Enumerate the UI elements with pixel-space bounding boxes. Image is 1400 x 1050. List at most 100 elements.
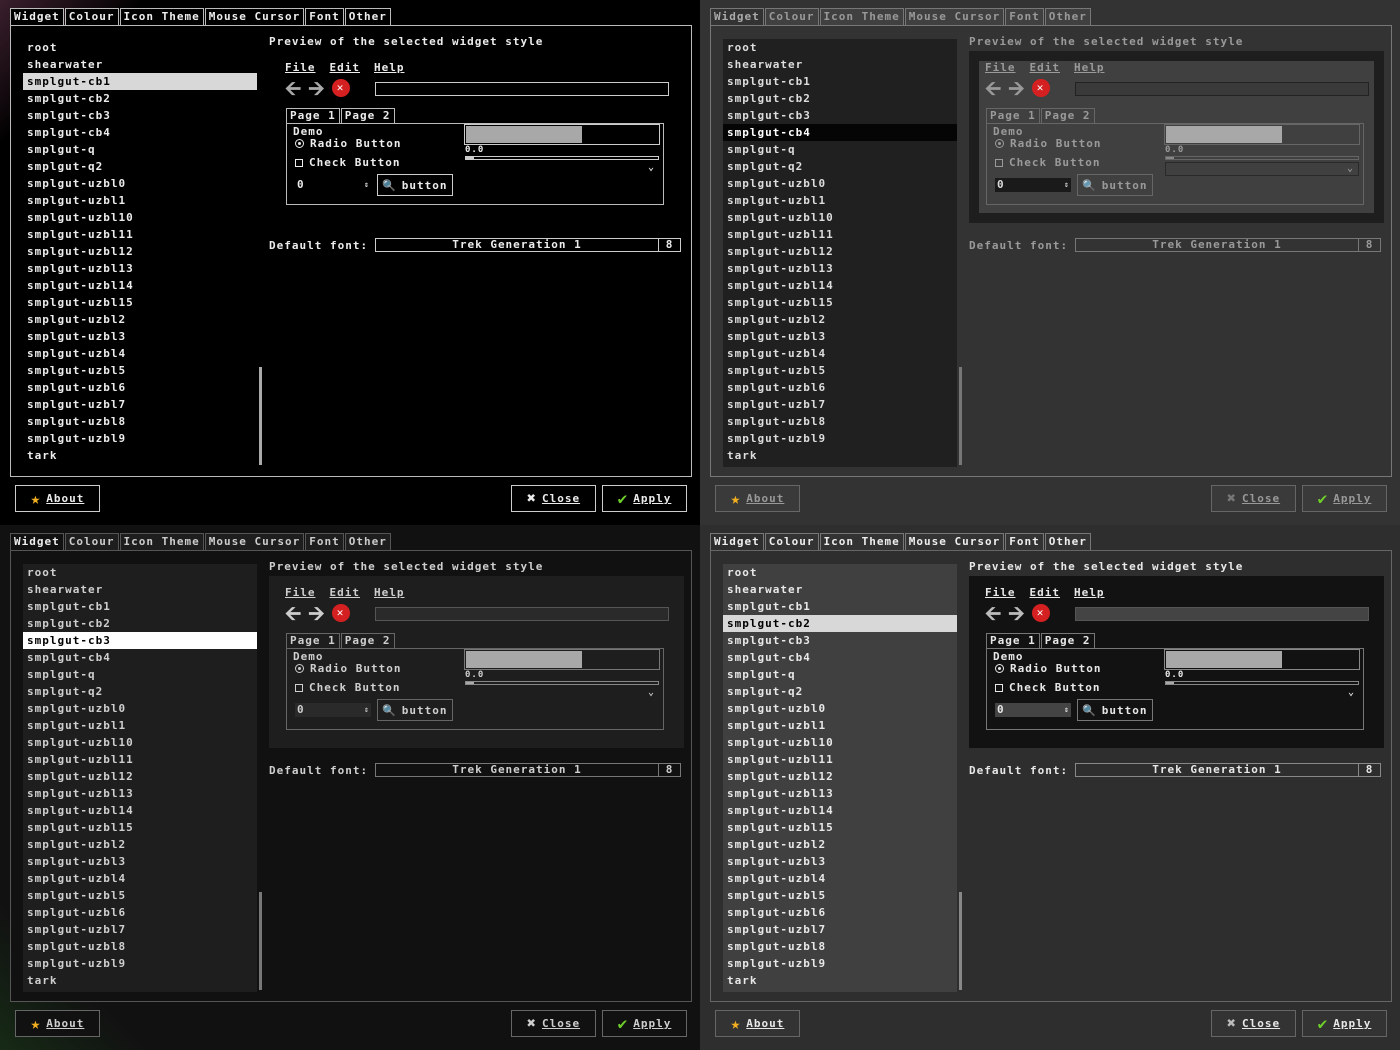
search-button[interactable]: 🔍 button [377,174,453,196]
theme-list-item[interactable]: smplgut-q [23,141,257,158]
tab-colour[interactable]: Colour [764,533,819,550]
theme-list-item[interactable]: smplgut-uzbl9 [23,430,257,447]
theme-list-item[interactable]: smplgut-uzbl13 [23,785,257,802]
tab-mouse-cursor[interactable]: Mouse Cursor [204,8,305,25]
about-button[interactable]: ★ About [15,485,100,512]
theme-list-item[interactable]: smplgut-uzbl2 [723,836,957,853]
tab-colour[interactable]: Colour [64,533,119,550]
theme-list-item[interactable]: smplgut-cb4 [723,124,957,141]
font-button[interactable]: Trek Generation 1 8 [375,763,681,777]
theme-list-item[interactable]: smplgut-uzbl3 [23,853,257,870]
theme-list-item[interactable]: smplgut-cb1 [723,598,957,615]
search-button[interactable]: 🔍 button [1077,699,1153,721]
preview-entry[interactable] [1075,607,1369,621]
theme-list-item[interactable]: smplgut-uzbl3 [723,328,957,345]
theme-list-item[interactable]: root [723,39,957,56]
theme-list-item[interactable]: smplgut-uzbl7 [723,921,957,938]
apply-button[interactable]: ✔ Apply [602,485,687,512]
theme-list-item[interactable]: smplgut-uzbl7 [23,921,257,938]
menu-edit[interactable]: Edit [330,586,361,599]
theme-list-item[interactable]: smplgut-uzbl15 [723,294,957,311]
tab-colour[interactable]: Colour [64,8,119,25]
theme-list-item[interactable]: root [23,39,257,56]
back-arrow-icon[interactable]: 🡨 [285,603,302,623]
search-button[interactable]: 🔍 button [377,699,453,721]
radio-button[interactable]: Radio Button [995,662,1101,675]
tab-widget[interactable]: Widget [710,533,764,550]
theme-list-item[interactable]: smplgut-uzbl9 [723,955,957,972]
theme-list-item[interactable]: smplgut-uzbl11 [23,226,257,243]
theme-list-item[interactable]: smplgut-uzbl10 [23,734,257,751]
theme-list-item[interactable]: smplgut-cb3 [23,632,257,649]
search-button[interactable]: 🔍 button [1077,174,1153,196]
horizontal-scale[interactable] [465,156,659,160]
font-button[interactable]: Trek Generation 1 8 [1075,238,1381,252]
theme-list-scrollbar[interactable] [959,892,962,990]
theme-list-item[interactable]: smplgut-uzbl15 [23,819,257,836]
tab-colour[interactable]: Colour [764,8,819,25]
spin-arrows-icon[interactable]: ⇕ [1064,703,1070,716]
theme-list-item[interactable]: smplgut-uzbl1 [23,192,257,209]
tab-icon-theme[interactable]: Icon Theme [819,533,904,550]
theme-list-item[interactable]: smplgut-cb2 [23,90,257,107]
tab-page-1[interactable]: Page 1 [286,108,340,123]
spin-arrows-icon[interactable]: ⇕ [1064,178,1070,191]
theme-list-item[interactable]: tark [23,447,257,464]
theme-list-item[interactable]: smplgut-q2 [23,158,257,175]
tab-font[interactable]: Font [1005,8,1044,25]
back-arrow-icon[interactable]: 🡨 [985,603,1002,623]
forward-arrow-icon[interactable]: 🡪 [1008,603,1025,623]
menu-file[interactable]: File [985,586,1016,599]
horizontal-scale[interactable] [1165,156,1359,160]
theme-list-item[interactable]: smplgut-cb2 [723,90,957,107]
menu-file[interactable]: File [285,61,316,74]
spin-input[interactable]: 0 ⇕ [295,703,371,717]
tab-other[interactable]: Other [1044,533,1091,550]
theme-list-item[interactable]: smplgut-uzbl5 [23,887,257,904]
stop-icon[interactable]: ✕ [331,79,350,97]
menu-help[interactable]: Help [1074,61,1105,74]
combo-box[interactable]: ⌄ [1165,162,1359,176]
theme-list-item[interactable]: smplgut-uzbl12 [23,243,257,260]
theme-list-item[interactable]: smplgut-uzbl3 [23,328,257,345]
apply-button[interactable]: ✔ Apply [602,1010,687,1037]
theme-list-item[interactable]: smplgut-uzbl7 [23,396,257,413]
theme-list-item[interactable]: smplgut-q2 [23,683,257,700]
tab-other[interactable]: Other [344,8,391,25]
menu-help[interactable]: Help [374,586,405,599]
theme-list-item[interactable]: smplgut-uzbl13 [23,260,257,277]
menu-edit[interactable]: Edit [1030,586,1061,599]
theme-list-item[interactable]: smplgut-cb1 [23,598,257,615]
theme-list-item[interactable]: smplgut-uzbl0 [23,700,257,717]
about-button[interactable]: ★ About [15,1010,100,1037]
theme-list-item[interactable]: smplgut-uzbl8 [723,413,957,430]
check-button[interactable]: Check Button [995,681,1100,694]
theme-list-item[interactable]: smplgut-uzbl10 [23,209,257,226]
theme-list-item[interactable]: smplgut-uzbl7 [723,396,957,413]
tab-widget[interactable]: Widget [710,8,764,25]
spin-input[interactable]: 0 ⇕ [295,178,371,192]
radio-button[interactable]: Radio Button [295,662,401,675]
menu-file[interactable]: File [985,61,1016,74]
stop-icon[interactable]: ✕ [1031,79,1050,97]
tab-page-1[interactable]: Page 1 [286,633,340,648]
preview-entry[interactable] [375,607,669,621]
theme-list-item[interactable]: smplgut-uzbl6 [723,904,957,921]
apply-button[interactable]: ✔ Apply [1302,485,1387,512]
preview-entry[interactable] [375,82,669,96]
theme-list-item[interactable]: smplgut-cb3 [723,632,957,649]
tab-mouse-cursor[interactable]: Mouse Cursor [904,533,1005,550]
combo-box[interactable]: ⌄ [465,687,659,701]
tab-page-2[interactable]: Page 2 [1040,633,1095,648]
theme-list-item[interactable]: smplgut-uzbl3 [723,853,957,870]
theme-list-item[interactable]: smplgut-uzbl11 [723,226,957,243]
theme-list-item[interactable]: smplgut-uzbl12 [723,768,957,785]
spin-input[interactable]: 0 ⇕ [995,178,1071,192]
theme-list-item[interactable]: smplgut-uzbl0 [723,175,957,192]
theme-list-item[interactable]: smplgut-uzbl1 [23,717,257,734]
close-button[interactable]: ✖ Close [511,485,596,512]
forward-arrow-icon[interactable]: 🡪 [1008,78,1025,98]
tab-page-2[interactable]: Page 2 [340,108,395,123]
theme-list-item[interactable]: smplgut-uzbl11 [23,751,257,768]
theme-list-item[interactable]: smplgut-uzbl5 [723,362,957,379]
